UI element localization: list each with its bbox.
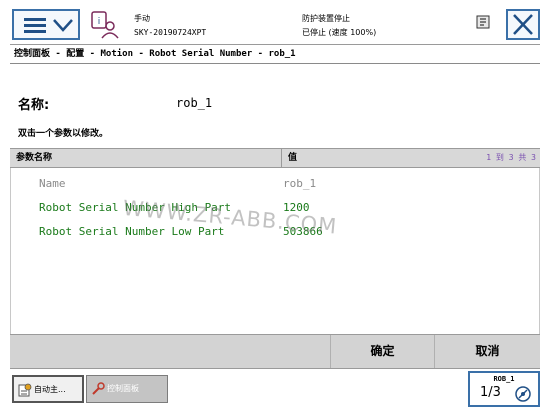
status-mode-block: 手动 SKY-20190724XPT <box>134 12 206 40</box>
chevron-down-icon <box>53 19 73 32</box>
parameter-name: Robot Serial Number High Part <box>39 201 232 214</box>
task-auto-production[interactable]: 自动主... <box>12 375 84 403</box>
close-button[interactable] <box>506 9 540 40</box>
column-header-value: 值 <box>288 153 298 163</box>
auto-production-icon <box>18 383 32 397</box>
column-divider[interactable] <box>281 149 282 167</box>
close-icon <box>513 14 533 35</box>
robot-operator-icon: i <box>91 11 119 39</box>
protection-state: 防护装置停止 <box>302 14 350 23</box>
status-bar: i 手动 SKY-20190724XPT 防护装置停止 已停止 (速度 100%… <box>10 6 540 45</box>
instance-name-value: rob_1 <box>176 96 213 110</box>
parameter-name: Name <box>39 177 66 190</box>
hamburger-icon <box>24 18 46 33</box>
robot-fraction: 1/3 <box>480 385 501 400</box>
parameter-table: Name rob_1 Robot Serial Number High Part… <box>10 168 540 334</box>
table-row[interactable]: Robot Serial Number High Part 1200 <box>11 196 539 220</box>
breadcrumb: 控制面板 - 配置 - Motion - Robot Serial Number… <box>10 44 540 64</box>
run-state: 已停止 (速度 100%) <box>302 28 377 37</box>
pagination-indicator: 1 到 3 共 3 <box>486 153 536 162</box>
parameter-value: 503866 <box>283 225 323 238</box>
robot-label: ROB_1 <box>493 375 515 383</box>
task-control-panel[interactable]: 控制面板 <box>86 375 168 403</box>
action-bar: 确定 取消 <box>10 334 540 368</box>
task-label: 自动主... <box>34 385 66 394</box>
parameter-name: Robot Serial Number Low Part <box>39 225 225 238</box>
column-header-name: 参数名称 <box>16 153 53 163</box>
quickset-robot-button[interactable]: ROB_1 1/3 <box>468 371 540 407</box>
operating-mode: 手动 <box>134 14 150 23</box>
ok-button[interactable]: 确定 <box>330 335 434 368</box>
taskbar: 自动主... 控制面板 ROB_1 1/3 <box>10 368 540 408</box>
event-log-icon[interactable] <box>476 15 490 29</box>
table-row[interactable]: Name rob_1 <box>11 172 539 196</box>
task-label: 控制面板 <box>107 384 139 393</box>
parameter-value: rob_1 <box>283 177 317 190</box>
control-panel-icon <box>92 382 105 395</box>
cancel-button[interactable]: 取消 <box>434 335 540 368</box>
main-menu-button[interactable] <box>12 9 80 40</box>
edit-hint: 双击一个参数以修改。 <box>18 129 109 139</box>
parameter-value: 1200 <box>283 201 310 214</box>
system-name: SKY-20190724XPT <box>134 28 207 37</box>
parameter-table-header: 参数名称 值 1 到 3 共 3 <box>10 148 540 168</box>
svg-text:i: i <box>98 17 101 27</box>
speed-gauge-icon <box>515 386 531 402</box>
table-row[interactable]: Robot Serial Number Low Part 503866 <box>11 220 539 244</box>
status-state-block: 防护装置停止 已停止 (速度 100%) <box>302 12 376 40</box>
instance-name-label: 名称: <box>18 98 50 113</box>
